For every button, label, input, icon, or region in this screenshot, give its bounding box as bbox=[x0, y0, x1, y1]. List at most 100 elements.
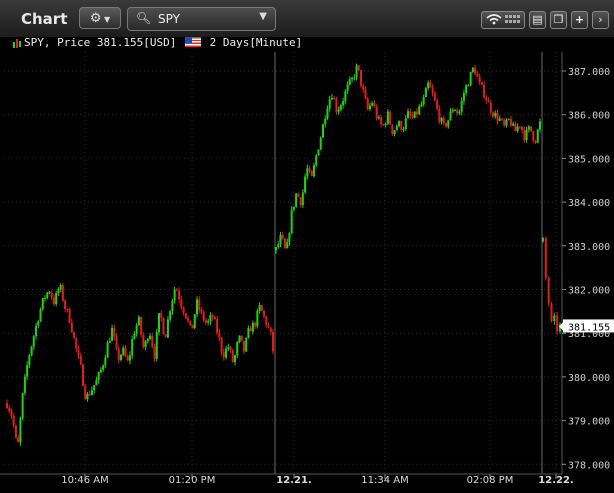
candle-body bbox=[279, 235, 282, 245]
candle-body bbox=[532, 131, 535, 141]
candle-body bbox=[146, 339, 149, 342]
candle-body bbox=[536, 129, 539, 143]
candle-body bbox=[216, 319, 219, 333]
candle-body bbox=[128, 355, 131, 361]
candle-body bbox=[265, 316, 268, 326]
more-button[interactable]: › bbox=[592, 11, 609, 29]
candle-body bbox=[447, 120, 450, 127]
price-tick-label: 380.000 bbox=[568, 373, 610, 384]
candle-body bbox=[111, 327, 114, 341]
candle-body bbox=[213, 317, 216, 320]
candle-body bbox=[346, 84, 349, 92]
candle-body bbox=[440, 118, 443, 122]
time-tick-label: 11:34 AM bbox=[361, 475, 408, 486]
candle-body bbox=[131, 339, 134, 356]
candle-body bbox=[66, 309, 69, 311]
candle-body bbox=[467, 85, 470, 87]
candle-body bbox=[254, 322, 257, 327]
candle-body bbox=[142, 334, 145, 348]
dropdown-arrow-icon[interactable]: ▼ bbox=[259, 11, 267, 22]
candle-body bbox=[357, 65, 360, 71]
candle-body bbox=[229, 347, 232, 351]
candle-body bbox=[333, 97, 336, 100]
candle-body bbox=[319, 137, 322, 150]
candle-body bbox=[41, 297, 44, 310]
candle-body bbox=[26, 364, 29, 377]
candle-body bbox=[413, 111, 416, 118]
time-tick-label: 01:20 PM bbox=[169, 475, 216, 486]
candle-body bbox=[281, 235, 284, 239]
candle-body bbox=[409, 111, 412, 116]
candle-body bbox=[115, 336, 118, 349]
candle-body bbox=[275, 247, 277, 251]
candle-body bbox=[328, 99, 331, 109]
candle-body bbox=[516, 126, 519, 132]
candle-body bbox=[355, 65, 358, 78]
candle-body bbox=[521, 126, 524, 131]
candle-body bbox=[193, 314, 196, 329]
layout-button[interactable]: ▤ bbox=[529, 11, 546, 29]
candle-body bbox=[137, 316, 140, 326]
candle-body bbox=[453, 109, 456, 111]
candle-body bbox=[227, 347, 230, 349]
candle-body bbox=[234, 355, 236, 363]
candle-body bbox=[469, 72, 472, 86]
candle-body bbox=[97, 372, 100, 381]
candle-body bbox=[433, 93, 436, 101]
candle-body bbox=[218, 332, 221, 338]
candle-body bbox=[122, 347, 125, 355]
chart-info-text: SPY, Price 381.155[USD] 2 Days[Minute] bbox=[24, 36, 302, 49]
popout-button[interactable]: ❐ bbox=[550, 11, 567, 29]
add-icon: + bbox=[574, 13, 585, 26]
candle-body bbox=[46, 292, 49, 298]
candle-body bbox=[106, 342, 109, 358]
candle-body bbox=[169, 311, 172, 320]
candle-body bbox=[277, 244, 280, 248]
candle-body bbox=[120, 354, 122, 360]
add-button[interactable]: + bbox=[571, 11, 588, 29]
connection-button[interactable] bbox=[481, 11, 525, 29]
candle-body bbox=[478, 76, 481, 82]
candle-body bbox=[44, 297, 46, 299]
candle-body bbox=[256, 310, 259, 327]
price-chart[interactable]: 387.000 386.000 385.000 384.000 383.000 382.0… bbox=[0, 52, 614, 493]
candle-body bbox=[415, 111, 418, 115]
candle-body bbox=[222, 352, 225, 358]
candle-body bbox=[189, 320, 192, 325]
candle-body bbox=[308, 168, 311, 171]
symbol-search-input[interactable] bbox=[158, 12, 248, 26]
symbol-price-label: SPY, Price 381.155[USD] bbox=[24, 36, 177, 49]
candle-body bbox=[301, 192, 304, 206]
candle-body bbox=[231, 350, 234, 363]
candle-body bbox=[512, 123, 515, 126]
candle-body bbox=[144, 341, 147, 348]
candle-body bbox=[451, 110, 454, 112]
chart-info-bar: SPY, Price 381.155[USD] 2 Days[Minute] ✎… bbox=[0, 36, 614, 87]
symbol-search[interactable]: 🔍︎ ▼ bbox=[127, 7, 276, 31]
candle-body bbox=[55, 293, 58, 305]
candle-body bbox=[245, 337, 248, 352]
last-price-tag: 381.155 bbox=[559, 319, 614, 333]
candle-body bbox=[17, 437, 20, 443]
settings-button[interactable]: ⚙ ▼ bbox=[79, 7, 121, 29]
candle-body bbox=[59, 284, 62, 290]
search-icon: 🔍︎ bbox=[136, 11, 152, 25]
candle-body bbox=[310, 170, 313, 177]
candle-body bbox=[360, 70, 363, 86]
candle-body bbox=[249, 328, 252, 332]
candle-body bbox=[70, 322, 73, 333]
candle-body bbox=[487, 100, 490, 103]
candle-body bbox=[82, 364, 84, 386]
candle-body bbox=[178, 290, 181, 300]
chart-grid bbox=[4, 52, 562, 474]
candle-body bbox=[95, 380, 98, 386]
candle-body bbox=[151, 335, 154, 347]
price-tick-label: 384.000 bbox=[568, 198, 610, 209]
candle-body bbox=[348, 79, 351, 85]
candle-body bbox=[90, 390, 93, 396]
candle-body bbox=[337, 109, 340, 112]
candle-body bbox=[420, 104, 423, 107]
candle-body bbox=[476, 73, 479, 77]
time-tick-label: 02:08 PM bbox=[467, 475, 514, 486]
candle-body bbox=[483, 84, 486, 98]
